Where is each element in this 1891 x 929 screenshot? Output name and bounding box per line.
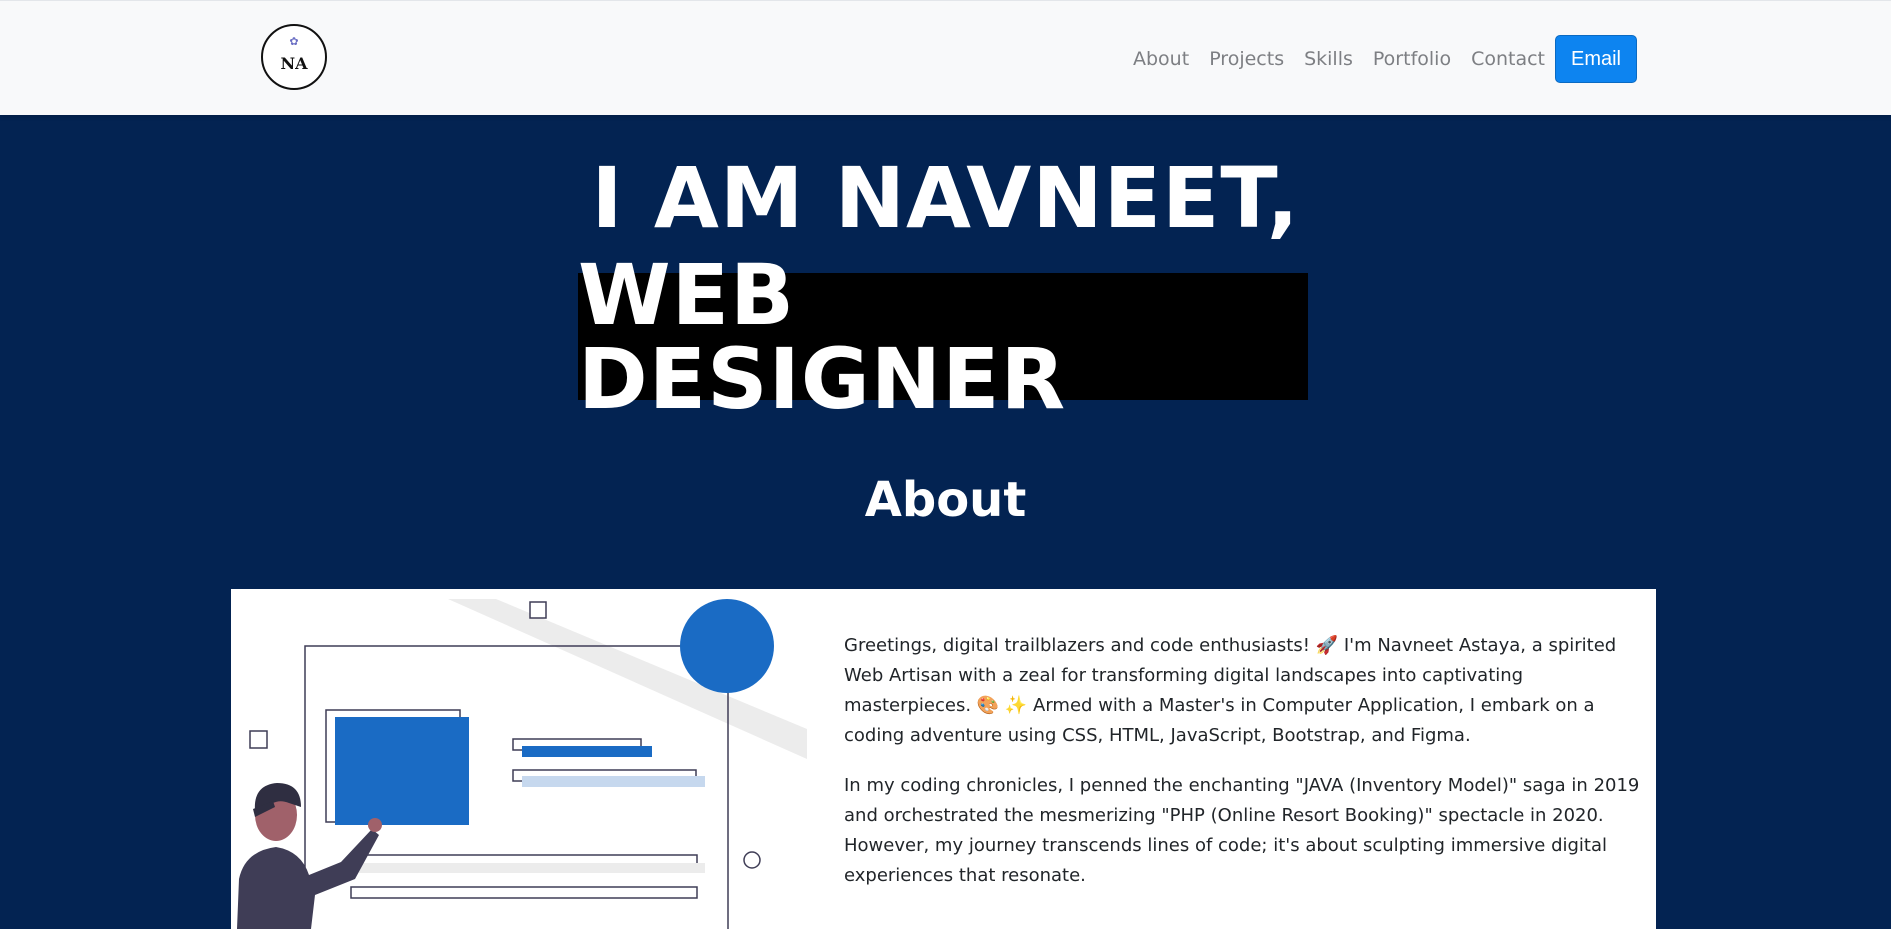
logo-text: NA (280, 54, 308, 73)
logo[interactable]: ✿ NA (261, 24, 327, 90)
hero-heading: I AM NAVNEET, (591, 149, 1300, 247)
nav-link-contact[interactable]: Contact (1471, 49, 1545, 69)
logo-sparkle-icon: ✿ (289, 35, 299, 48)
about-paragraph-projects: In my coding chronicles, I penned the en… (844, 775, 1640, 886)
about-card: Greetings, digital trailblazers and code… (231, 589, 1656, 929)
nav-link-about[interactable]: About (1133, 49, 1189, 69)
nav-link-projects[interactable]: Projects (1209, 49, 1284, 69)
nav-link-portfolio[interactable]: Portfolio (1373, 49, 1451, 69)
navbar: ✿ NA About Projects Skills Portfolio Con… (0, 0, 1891, 115)
nav-link-skills[interactable]: Skills (1304, 49, 1353, 69)
hero-role-highlight: WEB DESIGNER (578, 253, 1308, 421)
hero-role: WEB DESIGNER (578, 245, 1067, 428)
nav-links: About Projects Skills Portfolio Contact … (1133, 35, 1637, 83)
about-text: Greetings, digital trailblazers and code… (844, 631, 1644, 911)
developer-illustration (237, 599, 807, 929)
about-section-title: About (864, 472, 1027, 528)
email-button[interactable]: Email (1555, 35, 1637, 83)
about-paragraph-intro: Greetings, digital trailblazers and code… (844, 635, 1617, 746)
